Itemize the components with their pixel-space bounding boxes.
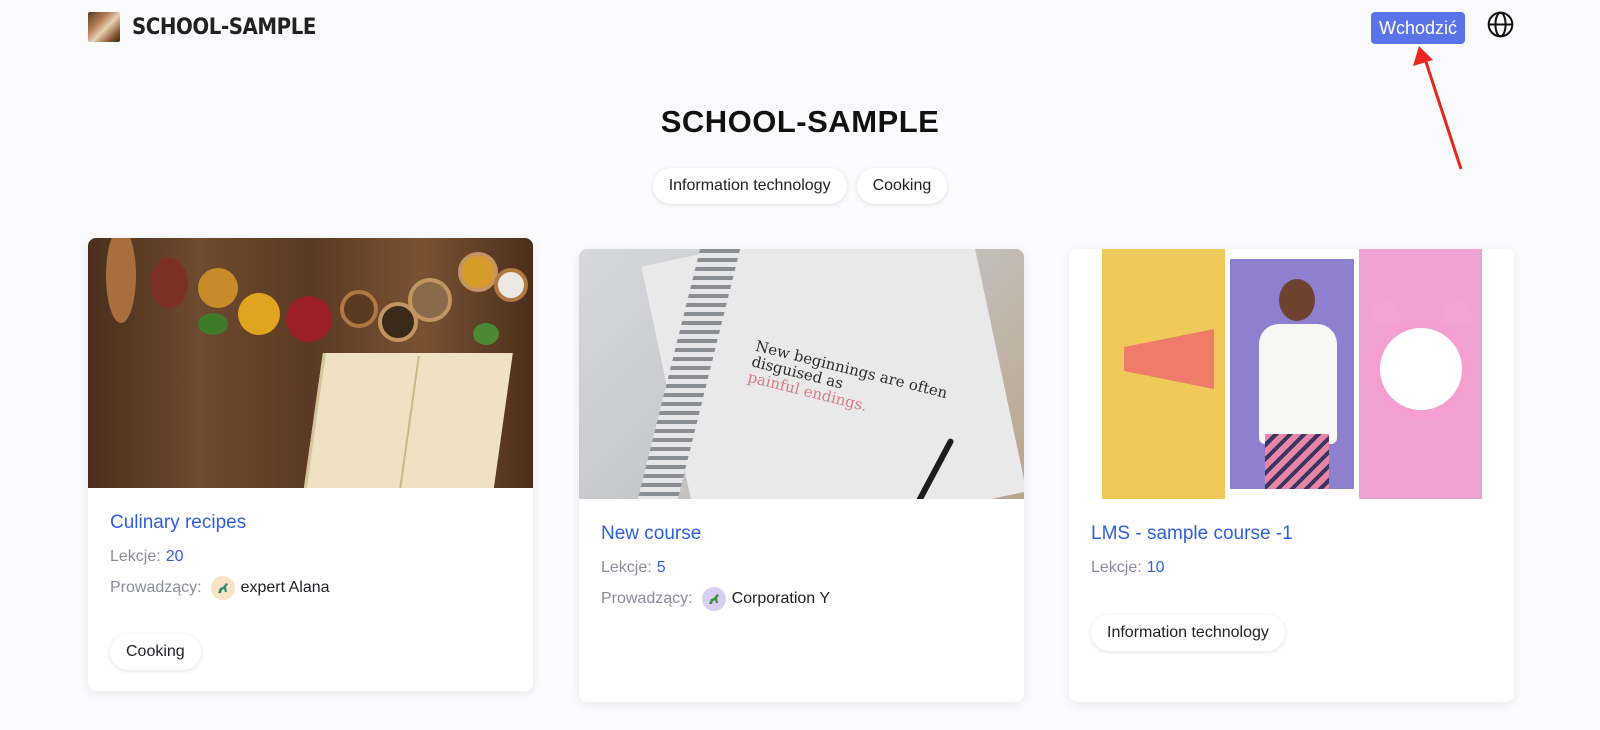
teacher-label: Prowadzący:: [601, 590, 693, 607]
teacher-info: Prowadzący: expert Alana: [110, 576, 511, 600]
course-tag-information-technology[interactable]: Information technology: [1091, 615, 1285, 651]
lessons-label: Lekcje:: [1091, 559, 1142, 576]
lessons-value: 5: [656, 559, 666, 576]
course-title[interactable]: LMS - sample course -1: [1091, 523, 1492, 545]
course-tag-cooking[interactable]: Cooking: [110, 634, 201, 670]
site-logo[interactable]: SCHOOL-SAMPLE: [88, 12, 336, 42]
course-image: [88, 238, 533, 488]
lessons-count: Lekcje: 20: [110, 548, 511, 566]
lessons-count: Lekcje: 10: [1091, 559, 1492, 577]
category-chip-cooking[interactable]: Cooking: [856, 168, 948, 204]
category-chip-information-technology[interactable]: Information technology: [652, 168, 847, 204]
lessons-label: Lekcje:: [110, 548, 161, 565]
login-button[interactable]: Wchodzić: [1371, 12, 1465, 44]
course-card-culinary-recipes[interactable]: Culinary recipes Lekcje: 20 Prowadzący: …: [88, 238, 533, 691]
course-image: New beginnings are often disguised as pa…: [579, 249, 1024, 499]
brand-name: SCHOOL-SAMPLE: [132, 14, 316, 40]
lessons-count: Lekcje: 5: [601, 559, 1002, 577]
category-filter: Information technology Cooking: [0, 168, 1600, 204]
page-title: SCHOOL-SAMPLE: [660, 104, 940, 139]
dinosaur-icon: [217, 583, 228, 593]
teacher-avatar: [701, 587, 726, 611]
course-image: [1069, 249, 1514, 499]
lessons-value: 20: [165, 548, 184, 565]
logo-image: [88, 12, 120, 42]
teacher-name[interactable]: Corporation Y: [732, 590, 830, 608]
teacher-name[interactable]: expert Alana: [241, 579, 330, 597]
course-card-new-course[interactable]: New beginnings are often disguised as pa…: [579, 249, 1024, 702]
course-title[interactable]: New course: [601, 523, 1002, 545]
course-title[interactable]: Culinary recipes: [110, 512, 511, 534]
dinosaur-icon: [708, 594, 719, 604]
lessons-value: 10: [1146, 559, 1165, 576]
globe-icon[interactable]: [1487, 11, 1514, 38]
course-card-lms-sample[interactable]: LMS - sample course -1 Lekcje: 10 Inform…: [1069, 249, 1514, 702]
teacher-info: Prowadzący: Corporation Y: [601, 587, 1002, 611]
teacher-avatar: [210, 576, 235, 600]
lessons-label: Lekcje:: [601, 559, 652, 576]
teacher-label: Prowadzący:: [110, 579, 202, 596]
